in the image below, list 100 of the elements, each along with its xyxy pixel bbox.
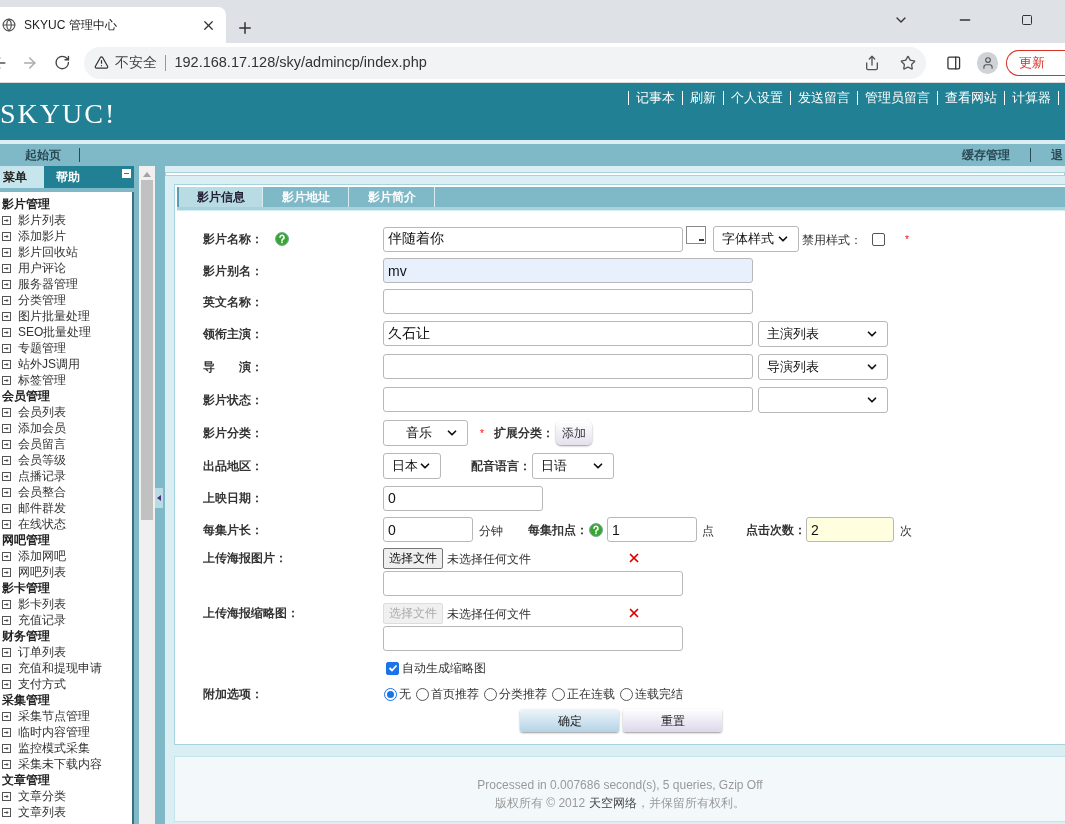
menu-item[interactable]: 图片批量处理	[18, 307, 90, 325]
menu-item[interactable]: 会员列表	[18, 403, 66, 421]
menu-item[interactable]: 影卡列表	[18, 595, 66, 613]
input-field[interactable]	[383, 289, 753, 314]
input-field[interactable]: 久石让	[383, 321, 753, 346]
help-icon[interactable]	[275, 232, 289, 246]
menu-item[interactable]: 监控模式采集	[18, 739, 90, 757]
collapse-icon[interactable]	[122, 169, 131, 178]
menu-item[interactable]: 文章分类	[18, 787, 66, 805]
input-field[interactable]	[383, 387, 753, 412]
menu-item[interactable]: 专题管理	[18, 339, 66, 357]
menu-item[interactable]: 点播记录	[18, 467, 66, 485]
menu-item[interactable]: 添加影片	[18, 227, 66, 245]
top-link[interactable]: 个人设置	[731, 88, 783, 108]
profile-icon[interactable]	[977, 51, 999, 74]
menu-item[interactable]: 影片回收站	[18, 243, 78, 261]
menu-item[interactable]: 添加网吧	[18, 547, 66, 565]
menu-item[interactable]: 分类管理	[18, 291, 66, 309]
menu-item[interactable]: 会员等级	[18, 451, 66, 469]
top-link[interactable]: 刷新	[690, 88, 716, 108]
reload-icon[interactable]	[53, 54, 71, 71]
bookmark-icon[interactable]	[899, 54, 916, 71]
menu-item[interactable]: 用户评论	[18, 259, 66, 277]
menu-item[interactable]: 网吧列表	[18, 563, 66, 581]
menu-item[interactable]: 临时内容管理	[18, 723, 90, 741]
radio-button[interactable]	[552, 687, 565, 701]
menu-item[interactable]: 服务器管理	[18, 275, 78, 293]
top-link[interactable]: 查看网站	[945, 88, 997, 108]
radio-button[interactable]	[620, 687, 633, 701]
arrow-box-icon	[2, 295, 11, 305]
dropdown[interactable]: 字体样式	[713, 226, 799, 252]
delete-icon[interactable]	[627, 551, 641, 565]
menu-item[interactable]: 支付方式	[18, 675, 66, 693]
color-picker-button[interactable]	[686, 226, 706, 244]
menu-item[interactable]: 订单列表	[18, 643, 66, 661]
menu-item[interactable]: 会员整合	[18, 483, 66, 501]
checkbox-label: 自动生成缩略图	[402, 660, 486, 677]
input-field[interactable]	[383, 571, 683, 596]
menu-item[interactable]: 采集未下载内容	[18, 755, 102, 773]
menu-item[interactable]: 充值和提现申请	[18, 659, 102, 677]
sidebar-tab[interactable]: 菜单	[0, 166, 44, 188]
checkbox[interactable]	[386, 661, 399, 675]
menu-item[interactable]: 采集节点管理	[18, 707, 90, 725]
radio-button[interactable]	[416, 687, 429, 701]
file-status: 未选择任何文件	[447, 552, 531, 566]
dropdown[interactable]: 音乐	[383, 420, 468, 446]
maximize-icon[interactable]	[1021, 14, 1033, 26]
side-panel-icon[interactable]	[945, 54, 962, 71]
new-tab-icon[interactable]	[236, 19, 254, 37]
input-field[interactable]	[383, 626, 683, 651]
input-field[interactable]: 1	[607, 517, 697, 542]
company-link[interactable]: 天空网络	[589, 794, 638, 812]
reset-button[interactable]: 重置	[623, 709, 722, 732]
dropdown[interactable]: 导演列表	[758, 353, 888, 380]
menu-item[interactable]: 充值记录	[18, 611, 66, 629]
input-field[interactable]: 2	[806, 517, 894, 542]
security-label: 不安全	[115, 53, 158, 72]
dropdown[interactable]: 日语	[532, 453, 614, 479]
choose-file-button[interactable]: 选择文件	[383, 547, 443, 569]
nav-link[interactable]: 退	[1051, 146, 1063, 164]
dropdown[interactable]: 日本	[383, 453, 441, 479]
input-field[interactable]: 伴随着你	[383, 226, 683, 252]
input-field[interactable]: 0	[383, 517, 473, 542]
arrow-box-icon	[2, 311, 11, 321]
input-field[interactable]	[383, 354, 753, 379]
form-tab[interactable]: 影片信息	[177, 187, 263, 207]
menu-item[interactable]: 文章列表	[18, 803, 66, 821]
dropdown[interactable]: 主演列表	[758, 320, 888, 347]
submit-button[interactable]: 确定	[520, 709, 619, 732]
scrollbar[interactable]	[139, 166, 155, 824]
delete-icon[interactable]	[627, 606, 641, 620]
menu-item[interactable]: 在线状态	[18, 515, 66, 533]
menu-item[interactable]: 添加会员	[18, 419, 66, 437]
checkbox[interactable]	[872, 232, 885, 246]
top-link[interactable]: 管理员留言	[865, 88, 930, 108]
nav-link[interactable]: 起始页	[25, 146, 61, 164]
menu-item[interactable]: 标签管理	[18, 371, 66, 389]
menu-item[interactable]: SEO批量处理	[18, 323, 92, 341]
radio-button[interactable]	[484, 687, 497, 701]
field-label: 附加选项：	[203, 686, 263, 703]
menu-item[interactable]: 影片列表	[18, 211, 66, 229]
top-link[interactable]: 计算器	[1012, 88, 1051, 108]
browser-tab[interactable]: SKYUC 管理中心	[0, 7, 226, 43]
address-bar[interactable]: 不安全 192.168.17.128/sky/admincp/index.php	[84, 46, 926, 79]
radio-label: 连载完结	[635, 686, 683, 703]
top-link[interactable]: 发送留言	[798, 88, 850, 108]
input-field[interactable]: 0	[383, 485, 543, 511]
add-button[interactable]: 添加	[555, 421, 592, 445]
radio-button[interactable]	[384, 687, 397, 701]
radio-label: 无	[399, 686, 411, 703]
top-link[interactable]: 记事本	[636, 88, 675, 108]
nav-link[interactable]: 缓存管理	[962, 146, 1010, 164]
input-field[interactable]: mv	[383, 258, 753, 283]
menu-item[interactable]: 邮件群发	[18, 499, 66, 517]
menu-item[interactable]: 站外JS调用	[18, 355, 80, 373]
arrow-box-icon	[2, 327, 11, 337]
share-icon[interactable]	[863, 54, 880, 71]
unit-label: 点	[702, 523, 714, 538]
help-icon[interactable]	[589, 522, 603, 537]
menu-item[interactable]: 会员留言	[18, 435, 66, 453]
